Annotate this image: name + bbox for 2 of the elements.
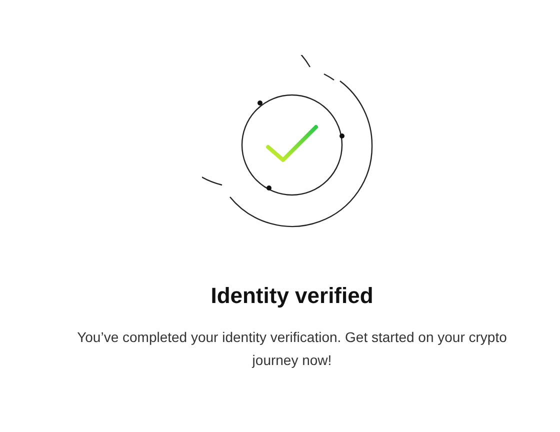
success-message: You’ve completed your identity verification. Get started on your crypto journey now! [76, 328, 508, 370]
success-title: Identity verified [210, 283, 374, 309]
